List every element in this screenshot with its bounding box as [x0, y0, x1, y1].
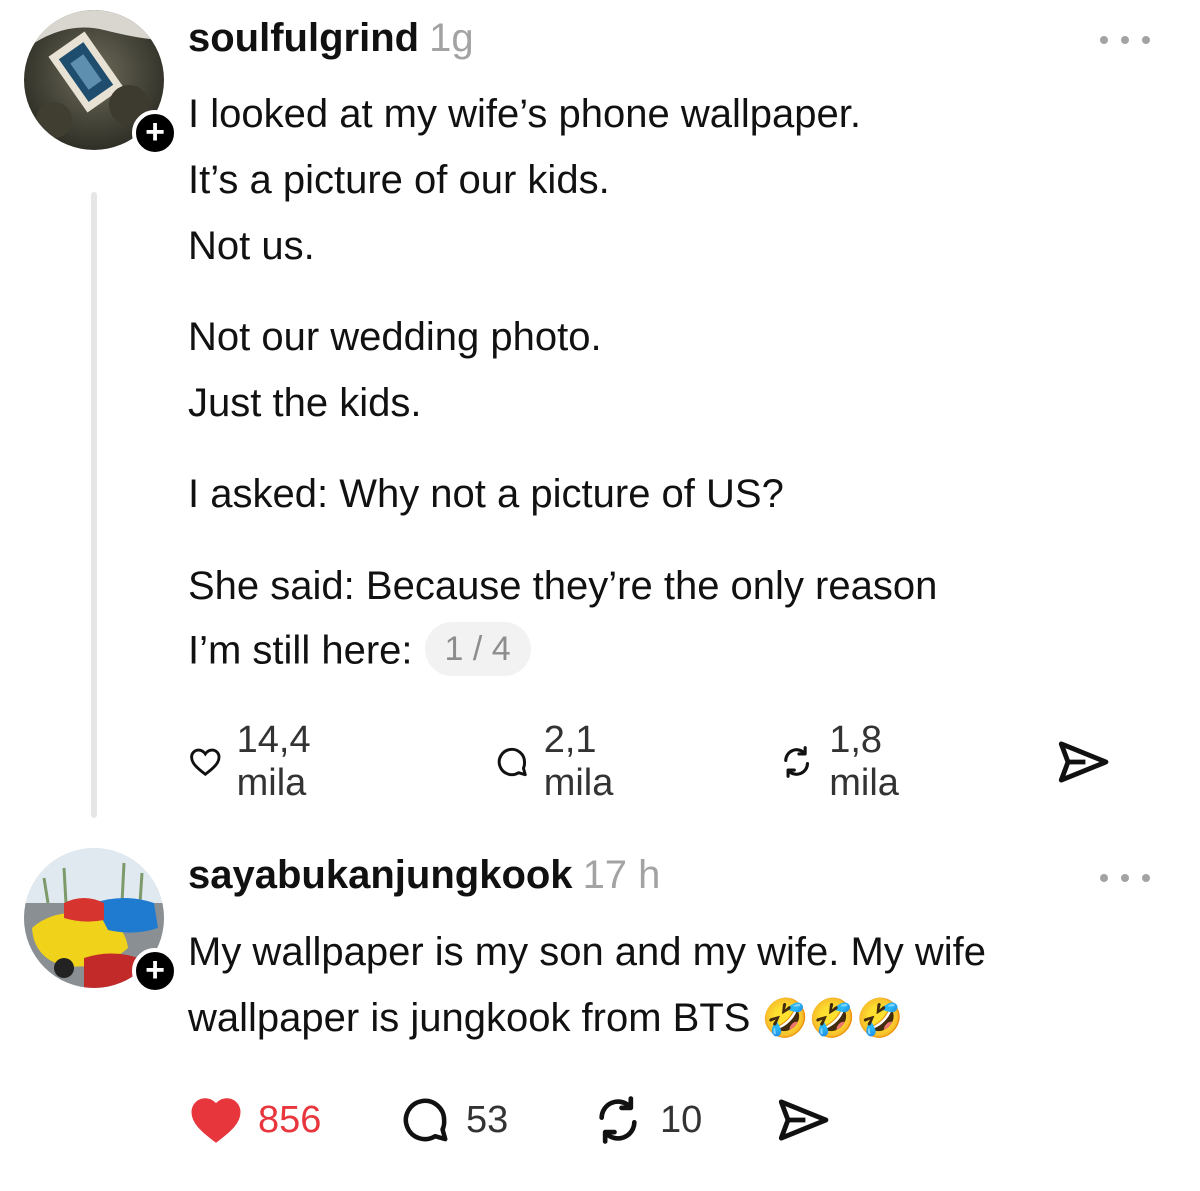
post-text-line: wallpaper is jungkook from BTS 🤣🤣🤣 [188, 994, 904, 1043]
post-text-line-last: wallpaper is jungkook from BTS [188, 996, 751, 1040]
follow-plus-icon[interactable]: + [132, 110, 178, 156]
reply-count: 53 [466, 1098, 509, 1141]
timestamp: 17 h [582, 853, 661, 897]
like-count: 14,4 mila [236, 719, 311, 804]
post-text-line: I looked at my wife’s phone wallpaper. [188, 92, 861, 136]
heart-icon [190, 748, 221, 777]
post-text-line: Not our wedding photo. [188, 315, 602, 359]
share-icon [778, 1099, 829, 1141]
timestamp: 1g [429, 16, 474, 60]
share-button[interactable] [774, 1090, 832, 1150]
post-header: sayabukanjungkook 17 h [188, 853, 660, 898]
reply-count: 2,1 mila [543, 719, 614, 804]
share-button[interactable] [1054, 732, 1112, 792]
more-icon[interactable] [1100, 868, 1150, 888]
repost-button[interactable]: 10 [590, 1090, 702, 1150]
repost-count: 1,8 mila [829, 719, 899, 804]
like-button[interactable]: 14,4 mila [188, 719, 332, 804]
repost-button[interactable]: 1,8 mila [778, 719, 918, 804]
post-text-line: It’s a picture of our kids. [188, 158, 610, 202]
post-text-line: I’m still here: 1 / 4 [188, 622, 531, 680]
repost-count: 10 [660, 1098, 703, 1141]
repost-icon [784, 746, 810, 778]
post-text-line: She said: Because they’re the only reaso… [188, 564, 938, 608]
repost-icon [599, 1096, 637, 1144]
post-text-line: Not us. [188, 224, 315, 268]
like-button[interactable]: 856 [188, 1090, 321, 1150]
reply-button[interactable]: 53 [398, 1090, 508, 1150]
comment-icon [403, 1098, 448, 1142]
page-indicator[interactable]: 1 / 4 [424, 622, 531, 676]
username[interactable]: sayabukanjungkook [188, 853, 573, 897]
laughing-emoji-icon: 🤣🤣🤣 [761, 998, 904, 1040]
avatar[interactable]: + [24, 10, 178, 156]
post-header: soulfulgrind 1g [188, 16, 474, 61]
post-text-line-last: I’m still here: [188, 628, 413, 673]
thread-line [91, 192, 97, 818]
more-icon[interactable] [1100, 30, 1150, 50]
reply-button[interactable]: 2,1 mila [494, 719, 632, 804]
follow-plus-icon[interactable]: + [132, 948, 178, 994]
post-text-line: My wallpaper is my son and my wife. My w… [188, 930, 987, 974]
username[interactable]: soulfulgrind [188, 16, 419, 60]
like-count: 856 [258, 1098, 322, 1141]
share-icon [1058, 741, 1109, 783]
heart-filled-icon [191, 1098, 241, 1143]
comment-icon [497, 747, 527, 777]
post-text-line: Just the kids. [188, 381, 422, 425]
post-text-line: I asked: Why not a picture of US? [188, 472, 784, 516]
avatar[interactable]: + [24, 848, 178, 994]
